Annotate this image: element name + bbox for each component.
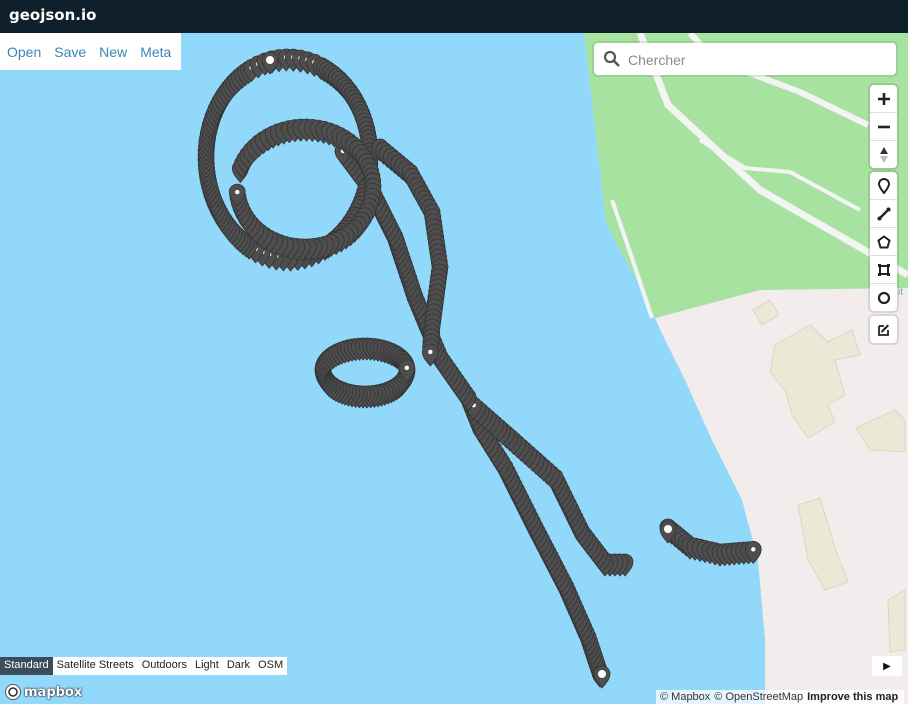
map-style-switcher: Standard Satellite Streets Outdoors Ligh… [0,657,288,675]
compass-button[interactable] [870,141,897,168]
search-input[interactable] [626,48,890,72]
search-box [594,43,896,75]
compass-icon [879,146,888,163]
search-icon [603,50,620,67]
style-light[interactable]: Light [191,657,223,675]
zoom-controls [870,85,897,168]
line-icon [877,207,890,220]
expand-panel-button[interactable]: ▶ [872,656,902,676]
draw-marker-button[interactable] [870,172,897,200]
draw-polygon-button[interactable] [870,228,897,256]
app-brand: geojson.io [9,6,97,24]
zoom-in-button[interactable] [870,85,897,113]
open-button[interactable]: Open [0,44,47,60]
style-satellite-streets[interactable]: Satellite Streets [53,657,138,675]
mapbox-logo[interactable]: mapbox [4,682,82,702]
style-outdoors[interactable]: Outdoors [138,657,191,675]
circle-icon [877,291,890,304]
edit-icon [877,324,889,336]
file-menu: Open Save New Meta [0,33,182,70]
draw-line-button[interactable] [870,200,897,228]
zoom-out-button[interactable] [870,113,897,141]
draw-circle-button[interactable] [870,284,897,311]
osm-attribution-link[interactable]: © OpenStreetMap [714,691,803,703]
edit-controls [870,316,897,343]
rectangle-icon [877,263,890,276]
draw-controls [870,172,897,311]
polygon-icon [876,234,891,248]
mapbox-logo-icon [5,684,21,700]
save-button[interactable]: Save [47,44,92,60]
chevron-right-icon: ▶ [883,660,891,672]
improve-map-link[interactable]: Improve this map [807,691,898,703]
point-marker[interactable] [593,665,611,689]
style-dark[interactable]: Dark [223,657,254,675]
zoom-out-icon [877,125,890,128]
marker-icon [877,177,890,194]
map-attribution: © Mapbox © OpenStreetMap Improve this ma… [656,690,905,704]
map-label-fragment: it [898,287,903,298]
marker-layer [197,48,762,689]
mapbox-attribution-link[interactable]: © Mapbox [660,691,710,703]
new-button[interactable]: New [92,44,133,60]
top-bar: geojson.io [0,0,908,33]
meta-button[interactable]: Meta [133,44,177,60]
style-standard[interactable]: Standard [0,657,53,675]
edit-button[interactable] [870,316,897,343]
map-canvas[interactable] [0,33,908,704]
style-osm[interactable]: OSM [254,657,287,675]
mapbox-logo-text: mapbox [24,684,83,700]
draw-rectangle-button[interactable] [870,256,897,284]
zoom-in-icon [877,92,890,105]
